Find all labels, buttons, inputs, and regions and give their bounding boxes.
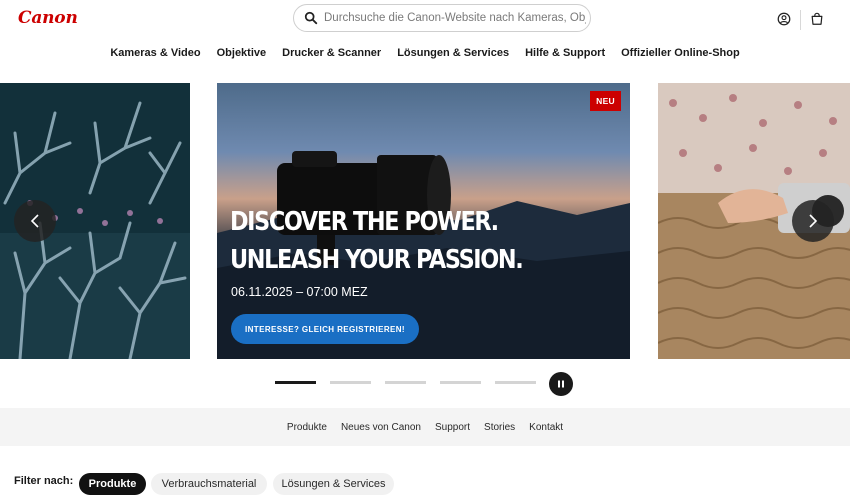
carousel-indicators: [275, 381, 536, 384]
header-divider: [800, 10, 801, 30]
filter-chip-verbrauchsmaterial[interactable]: Verbrauchsmaterial: [151, 473, 267, 495]
chevron-left-icon: [30, 214, 39, 228]
search-input[interactable]: [324, 12, 586, 24]
new-badge: NEU: [590, 91, 621, 111]
nav-item-objektive[interactable]: Objektive: [217, 47, 267, 59]
carousel-next-button[interactable]: [792, 200, 834, 242]
hero-date: 06.11.2025 – 07:00 MEZ: [231, 285, 368, 299]
search-bar[interactable]: [293, 4, 591, 32]
subnav-item-support[interactable]: Support: [435, 422, 470, 433]
subnav-item-produkte[interactable]: Produkte: [287, 422, 327, 433]
filter-chip-produkte[interactable]: Produkte: [79, 473, 146, 495]
search-icon: [304, 11, 318, 25]
filter-chip-loesungen-services[interactable]: Lösungen & Services: [273, 473, 394, 495]
carousel-indicator-4[interactable]: [440, 381, 481, 384]
carousel-indicator-1[interactable]: [275, 381, 316, 384]
pause-icon: [558, 380, 564, 388]
nav-item-drucker-scanner[interactable]: Drucker & Scanner: [282, 47, 381, 59]
subnav-item-stories[interactable]: Stories: [484, 422, 515, 433]
account-icon[interactable]: [777, 12, 791, 26]
main-navigation: Kameras & Video Objektive Drucker & Scan…: [0, 47, 850, 59]
subnav-item-neues-von-canon[interactable]: Neues von Canon: [341, 422, 421, 433]
register-cta-button[interactable]: INTERESSE? GLEICH REGISTRIEREN!: [231, 314, 419, 344]
chevron-right-icon: [809, 214, 818, 228]
hero-headline: DISCOVER THE POWER. UNLEASH YOUR PASSION…: [230, 207, 524, 275]
carousel-indicator-5[interactable]: [495, 381, 536, 384]
cart-icon[interactable]: [810, 12, 824, 26]
nav-item-hilfe-support[interactable]: Hilfe & Support: [525, 47, 605, 59]
canon-logo[interactable]: Canon: [18, 8, 78, 28]
subnav-item-kontakt[interactable]: Kontakt: [529, 422, 563, 433]
nav-item-online-shop[interactable]: Offizieller Online-Shop: [621, 47, 740, 59]
secondary-navigation: Produkte Neues von Canon Support Stories…: [0, 408, 850, 446]
nav-item-loesungen-services[interactable]: Lösungen & Services: [397, 47, 509, 59]
filter-label: Filter nach:: [14, 475, 74, 487]
carousel-slide-active: NEU DISCOVER THE POWER. UNLEASH YOUR PAS…: [217, 83, 630, 359]
carousel-indicator-2[interactable]: [330, 381, 371, 384]
carousel-indicator-3[interactable]: [385, 381, 426, 384]
carousel-prev-button[interactable]: [14, 200, 56, 242]
nav-item-kameras-video[interactable]: Kameras & Video: [110, 47, 200, 59]
carousel-pause-button[interactable]: [549, 372, 573, 396]
